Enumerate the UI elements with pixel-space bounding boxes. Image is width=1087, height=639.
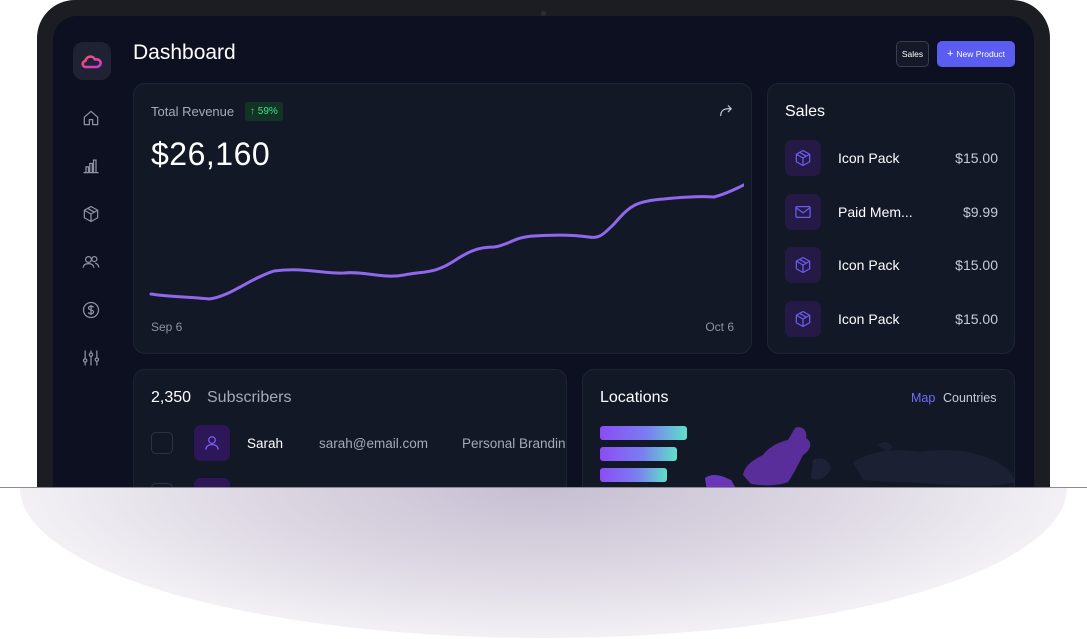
chart-end-date: Oct 6 [705,320,734,334]
sidebar-item-customers[interactable] [80,251,102,273]
location-bar [600,447,677,461]
locations-title: Locations [600,389,669,406]
sale-item-price: $15.00 [955,150,998,166]
laptop-frame: Dashboard Sales + New Product Total Reve… [37,0,1050,487]
row-checkbox[interactable] [151,432,173,454]
tab-map[interactable]: Map [911,391,935,405]
share-icon[interactable] [717,102,735,120]
subscriber-email: sarah@email.com [319,436,428,451]
sale-item-name: Icon Pack [838,257,900,273]
box-icon [795,256,811,274]
sales-button[interactable]: Sales [896,41,929,67]
sale-item-price: $15.00 [955,257,998,273]
user-icon [205,436,219,450]
subscribers-label: Subscribers [207,389,292,406]
location-bar [600,426,687,440]
users-icon [82,255,100,268]
revenue-card: Total Revenue ↑ 59% $26,160 Sep 6 Oct 6 [133,83,752,354]
sale-item-name: Icon Pack [838,150,900,166]
map-region [705,474,736,487]
revenue-line-chart [149,183,744,301]
map-region [811,458,831,480]
sale-item-price: $9.99 [962,204,998,220]
sale-item-name: Icon Pack [838,311,900,327]
sidebar-item-settings[interactable] [80,347,102,369]
app-logo[interactable] [73,42,111,80]
tab-countries[interactable]: Countries [943,391,997,405]
revenue-value: $26,160 [151,136,271,172]
box-icon [795,149,811,167]
sale-item[interactable]: Icon Pack $15.00 [785,140,998,176]
box-icon [795,310,811,328]
sale-item-icon [785,140,821,176]
sliders-icon [82,350,100,366]
subscriber-topic: Personal Branding [462,436,567,451]
location-bar [600,468,667,482]
revenue-label: Total Revenue [151,104,235,119]
screen: Dashboard Sales + New Product Total Reve… [53,16,1034,487]
new-product-label: New Product [956,49,1006,59]
sidebar-item-products[interactable] [80,203,102,225]
sidebar-item-analytics[interactable] [80,155,102,177]
cloud-logo-icon [81,55,102,69]
device-shadow [20,488,1067,638]
sale-item[interactable]: Paid Mem... $9.99 [785,194,998,230]
bar-chart-icon [83,159,99,174]
sales-card: Sales Icon Pack $15.00 Paid Mem... $9.99 [767,83,1015,354]
row-checkbox[interactable] [151,483,173,487]
dollar-icon [82,301,100,319]
sale-item-icon [785,247,821,283]
map-region [853,450,1014,486]
avatar [194,425,230,461]
sale-item-price: $15.00 [955,311,998,327]
revenue-line [149,183,744,301]
map-region-highlight [743,427,811,486]
world-map [705,427,1014,487]
subscribers-count: 2,350 [151,389,192,406]
sale-item-name: Paid Mem... [838,204,913,220]
sale-item[interactable]: Icon Pack $15.00 [785,301,998,337]
sale-item-icon [785,301,821,337]
chart-start-date: Sep 6 [151,320,183,334]
sidebar-item-payments[interactable] [80,299,102,321]
sale-item-icon [785,194,821,230]
sidebar-item-home[interactable] [80,107,102,129]
page-title: Dashboard [133,41,236,64]
mail-icon [795,205,811,219]
box-icon [83,205,99,223]
sale-item[interactable]: Icon Pack $15.00 [785,247,998,283]
home-icon [83,110,99,126]
locations-card: Locations Map Countries [582,369,1015,487]
revenue-change-badge: ↑ 59% [245,102,283,121]
sales-title: Sales [785,103,826,120]
avatar [194,478,230,487]
subscriber-name: Sarah [247,436,284,451]
new-product-button[interactable]: + New Product [937,41,1015,67]
plus-icon: + [946,48,954,60]
device-base [0,487,1087,488]
subscribers-card: 2,350 Subscribers Sarah sarah@email.com … [133,369,567,487]
